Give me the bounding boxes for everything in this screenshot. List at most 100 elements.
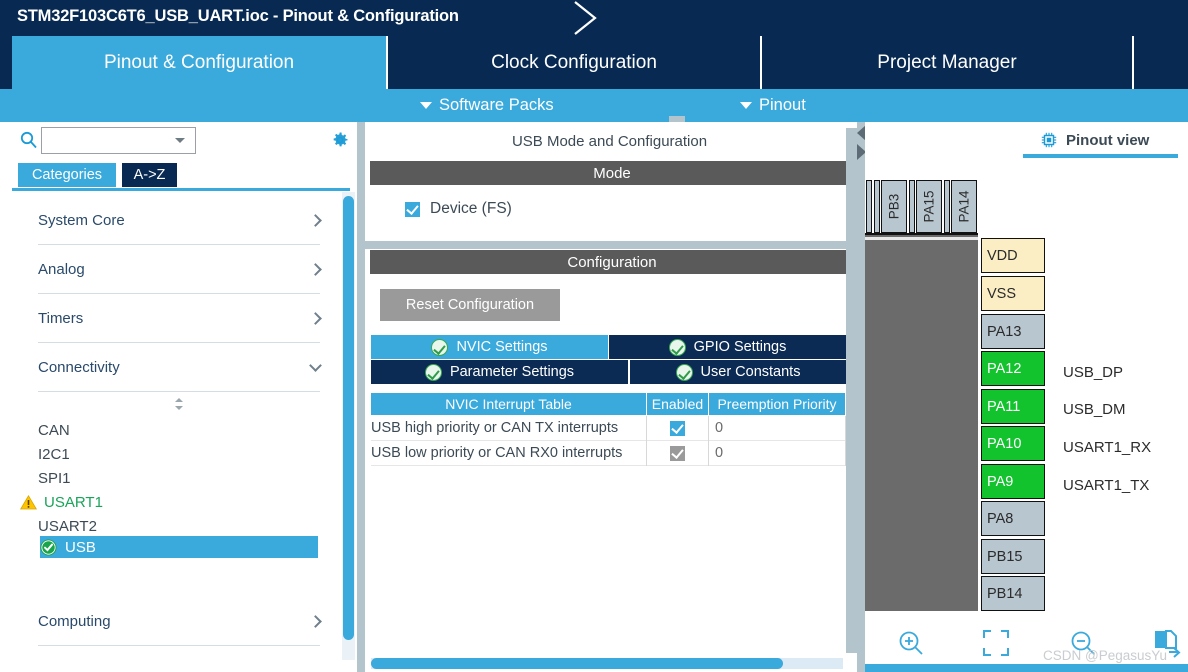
sidebar-item-analog[interactable]: Analog: [38, 246, 322, 294]
sidebar-peripheral-i2c1[interactable]: I2C1: [38, 442, 318, 466]
search-combo[interactable]: [41, 127, 196, 154]
chip-pin-pb15[interactable]: PB15: [981, 539, 1045, 574]
collapse-handle-icon[interactable]: [172, 398, 186, 410]
sidebar-peripheral-spi1[interactable]: SPI1: [38, 466, 318, 490]
chip-pin-pa11[interactable]: PA11: [981, 389, 1045, 424]
sidebar-scrollbar-thumb[interactable]: [343, 196, 354, 640]
sidebar-item-computing[interactable]: Computing: [38, 598, 322, 646]
sidebar-item-middleware[interactable]: Middleware and Software Packs: [38, 647, 320, 658]
pinout-view-underline: [1023, 154, 1178, 158]
chip-pin-pa8[interactable]: PA8: [981, 501, 1045, 536]
menu-pinout[interactable]: Pinout: [740, 94, 806, 117]
sidebar-item-connectivity[interactable]: Connectivity: [38, 344, 322, 392]
chip-pin-stub: [944, 180, 950, 233]
nvic-column-header-name[interactable]: NVIC Interrupt Table: [371, 393, 646, 415]
check-circle-icon: [668, 338, 686, 356]
chip-pin-pa9[interactable]: PA9: [981, 464, 1045, 499]
pin-signal-usart1-rx: USART1_RX: [1063, 439, 1152, 456]
sidebar-tab-underline: [12, 188, 350, 191]
pin-signal-usb-dp: USB_DP: [1063, 364, 1124, 381]
nvic-interrupt-table: NVIC Interrupt Table Enabled Preemption …: [371, 393, 886, 473]
zoom-in-icon[interactable]: [896, 628, 926, 658]
tab-gpio-settings[interactable]: GPIO Settings: [609, 335, 846, 359]
chip-pin-stub: [909, 180, 915, 233]
tab-nvic-settings[interactable]: NVIC Settings: [371, 335, 608, 359]
check-circle-icon: [40, 538, 57, 556]
tab-user-constants[interactable]: User Constants: [630, 360, 846, 384]
mode-label: Device (FS): [430, 200, 512, 217]
mode-section-header: Mode: [370, 161, 854, 185]
fit-to-screen-icon[interactable]: [982, 629, 1010, 657]
tab-parameter-settings[interactable]: Parameter Settings: [371, 360, 628, 384]
search-icon: [20, 131, 37, 149]
sidebar-splitter[interactable]: [357, 122, 365, 672]
nvic-column-header-preemption[interactable]: Preemption Priority: [709, 393, 845, 415]
sidebar-item-system-core[interactable]: System Core: [38, 197, 322, 245]
checkbox-enabled[interactable]: [670, 420, 685, 436]
config-panel-horizontal-scrollbar-thumb[interactable]: [371, 658, 783, 669]
sidebar-tab-categories[interactable]: Categories: [18, 163, 116, 187]
bottom-accent-strip: [865, 664, 1188, 672]
table-row-enabled-cell[interactable]: [647, 441, 708, 466]
peripheral-label: I2C1: [38, 445, 70, 463]
check-circle-icon: [675, 363, 693, 381]
table-row-preemption-cell[interactable]: 0: [709, 416, 845, 441]
config-panel-splitter[interactable]: [857, 122, 865, 672]
mode-section-body: Device (FS): [370, 185, 854, 241]
category-label: System Core: [38, 212, 125, 229]
pin-signal-usart1-tx: USART1_TX: [1063, 477, 1150, 494]
table-row[interactable]: USB high priority or CAN TX interrupts: [371, 416, 646, 441]
chip-pin-pb14[interactable]: PB14: [981, 576, 1045, 611]
chevron-right-icon: [309, 312, 322, 325]
sidebar-peripheral-usb[interactable]: USB: [40, 536, 318, 558]
chevron-down-icon[interactable]: [175, 138, 185, 143]
chip-pin-pa13[interactable]: PA13: [981, 314, 1045, 349]
sidebar-peripheral-usart2[interactable]: USART2: [38, 514, 318, 538]
pin-label: PA15: [921, 190, 937, 223]
chip-pin-vss[interactable]: VSS: [981, 276, 1045, 311]
pinout-view-label: Pinout view: [1066, 131, 1150, 149]
nvic-column-header-enabled[interactable]: Enabled: [647, 393, 708, 415]
tab-project-manager[interactable]: Project Manager: [762, 36, 1132, 89]
config-panel-title: USB Mode and Configuration: [365, 127, 854, 155]
chevron-right-icon: [309, 214, 322, 227]
sidebar-tab-a-to-z[interactable]: A->Z: [122, 163, 177, 187]
section-gap: [365, 241, 857, 249]
tab-label: GPIO Settings: [693, 339, 787, 355]
tab-label: Categories: [31, 167, 103, 183]
chip-pin-pa12[interactable]: PA12: [981, 351, 1045, 386]
chip-pin-pb3[interactable]: PB3: [881, 180, 907, 233]
warning-icon: [20, 494, 37, 509]
sidebar-item-timers[interactable]: Timers: [38, 295, 322, 343]
stm32cubemx-window: STM32F103C6T6_USB_UART.ioc - Pinout & Co…: [0, 0, 1188, 672]
chip-pin-vdd[interactable]: VDD: [981, 238, 1045, 273]
category-label: Timers: [38, 310, 84, 327]
checkbox-device-fs[interactable]: [405, 201, 420, 217]
chip-pin-pa10[interactable]: PA10: [981, 426, 1045, 461]
mode-device-fs[interactable]: Device (FS): [405, 200, 512, 218]
check-circle-icon: [424, 363, 442, 381]
chip-pin-pa15[interactable]: PA15: [916, 180, 942, 233]
pin-label: PA11: [987, 398, 1021, 415]
chevron-right-icon: [309, 615, 322, 628]
reset-configuration-button[interactable]: Reset Configuration: [380, 289, 560, 321]
gear-icon[interactable]: [330, 130, 350, 150]
table-row-preemption-cell[interactable]: 0: [709, 441, 845, 466]
pinout-view-header[interactable]: Pinout view: [1040, 131, 1149, 149]
table-row[interactable]: USB low priority or CAN RX0 interrupts: [371, 441, 646, 466]
menu-label: Software Packs: [439, 96, 554, 114]
chip-pin-stub: [866, 180, 872, 233]
tab-clock-configuration[interactable]: Clock Configuration: [388, 36, 760, 89]
category-label: Connectivity: [38, 359, 120, 376]
menu-software-packs[interactable]: Software Packs: [420, 94, 554, 117]
sidebar-peripheral-can[interactable]: CAN: [38, 418, 318, 442]
tab-pinout-configuration[interactable]: Pinout & Configuration: [12, 36, 386, 89]
chip-pin-pa14[interactable]: PA14: [951, 180, 977, 233]
main-tabstrip: Pinout & Configuration Clock Configurati…: [0, 36, 1188, 89]
chip-package-body: [865, 233, 978, 611]
table-column-divider: [646, 416, 647, 466]
sidebar-peripheral-usart1[interactable]: USART1: [20, 490, 300, 514]
config-panel-vertical-scrollbar[interactable]: [846, 128, 857, 653]
category-label: Computing: [38, 613, 111, 630]
table-row-enabled-cell[interactable]: [647, 416, 708, 441]
